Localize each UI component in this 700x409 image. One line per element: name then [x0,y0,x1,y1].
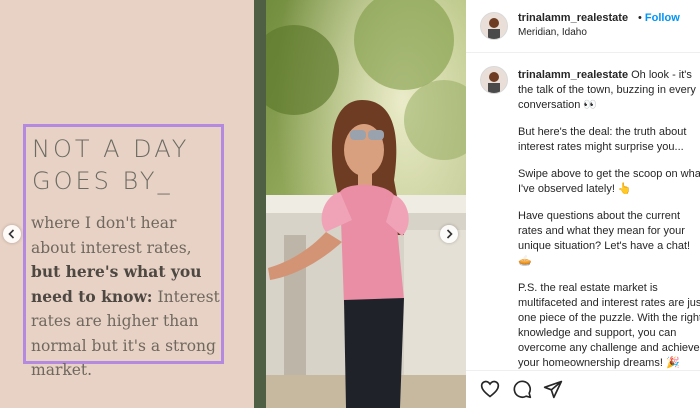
caption-paragraph: P.S. the real estate market is multifacet… [518,281,700,371]
comment-button[interactable] [512,379,532,399]
caption-line: one piece of the puzzle. With the right [518,312,700,324]
caption-line: your homeownership dreams! 🎉 [518,357,680,369]
post-caption: trinalamm_realestate Oh look - it's the t… [518,68,700,383]
share-button[interactable] [543,379,563,399]
caption-line: knowledge and support, you can [518,327,677,339]
chevron-left-icon [8,229,15,239]
slide-body: where I don't hear about interest rates,… [31,211,223,383]
avatar[interactable] [480,12,508,40]
highlight-box: NOT A DAY GOES BY_ where I don't hear ab… [23,124,224,379]
caption-line: interest rates might surprise you... [518,141,684,153]
share-icon [543,380,563,399]
follow-button[interactable]: Follow [645,12,680,24]
like-button[interactable] [480,379,500,399]
chevron-right-icon [446,229,453,239]
caption-line: Have questions about the current [518,210,681,222]
caption-line: unique situation? Let's have a chat! [518,240,691,252]
heart-icon [480,380,500,398]
caption-line: rates and what they mean for your [518,225,685,237]
slide-headline: NOT A DAY GOES BY_ [32,135,190,195]
caption-line: Swipe above to get the scoop on what [518,168,700,180]
caption-paragraph: trinalamm_realestate Oh look - it's the t… [518,68,700,113]
caption-line: conversation 👀 [518,99,598,111]
post-photo [254,0,466,408]
caption-line: overcome any challenge and achieve [518,342,700,354]
post-header: trinalamm_realestate • Follow Meridian, … [466,0,700,53]
carousel-next-button[interactable] [440,225,458,243]
caption-paragraph: Swipe above to get the scoop on what I've… [518,167,700,197]
caption-line: P.S. the real estate market is [518,282,658,294]
post-location[interactable]: Meridian, Idaho [518,27,587,38]
caption-username[interactable]: trinalamm_realestate [518,69,628,81]
separator-dot: • [638,12,642,24]
post-actions [466,370,700,409]
slide-body-lead: where I don't hear about interest rates, [31,214,192,257]
photo-illustration [254,0,466,408]
caption-avatar[interactable] [480,66,508,94]
carousel-slide-text: NOT A DAY GOES BY_ where I don't hear ab… [0,0,254,408]
follow-group: • Follow [638,12,680,24]
caption-line: the talk of the town, buzzing in every [518,84,696,96]
caption-line: 🥧 [518,255,532,267]
caption-line: multifaceted and interest rates are just [518,297,700,309]
caption-paragraph: Have questions about the current rates an… [518,209,700,269]
post-username[interactable]: trinalamm_realestate [518,12,628,24]
caption-line: But here's the deal: the truth about [518,126,687,138]
comment-icon [513,380,532,399]
carousel-prev-button[interactable] [3,225,21,243]
caption-line: Oh look - it's [631,69,692,81]
caption-line: I've observed lately! 👆 [518,183,632,195]
caption-paragraph: But here's the deal: the truth about inte… [518,125,700,155]
